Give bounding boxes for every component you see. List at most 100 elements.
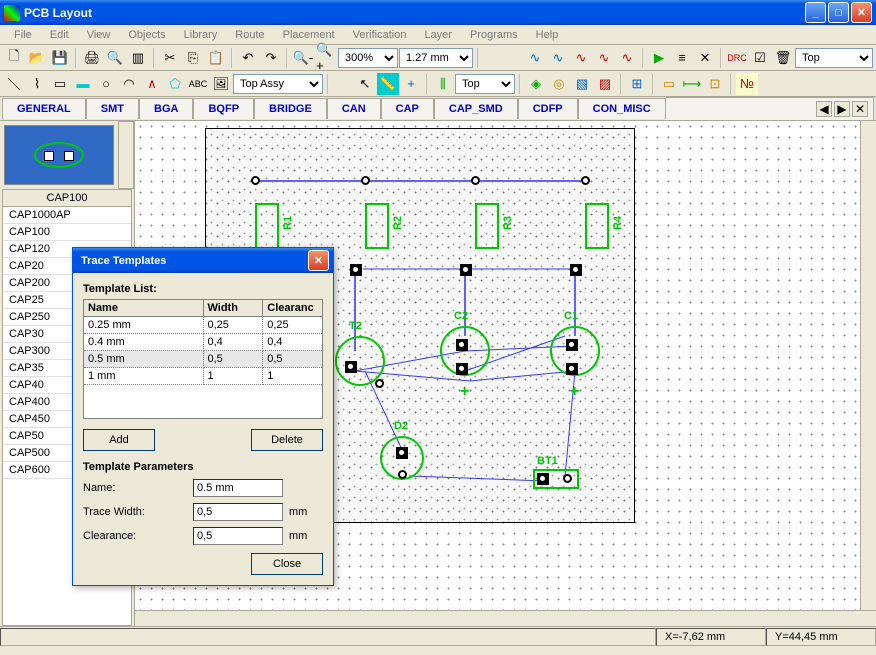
- canvas-vscrollbar[interactable]: [860, 121, 876, 610]
- arc-tool-icon[interactable]: ◠: [118, 73, 140, 95]
- undo-icon[interactable]: ↶: [237, 47, 259, 69]
- zoom-select[interactable]: 300%: [338, 48, 398, 68]
- preview-icon[interactable]: 🔍: [104, 47, 126, 69]
- board-tool-icon[interactable]: ▭: [658, 73, 680, 95]
- add-button[interactable]: Add: [83, 429, 155, 451]
- pad[interactable]: [456, 363, 468, 375]
- open-icon[interactable]: 📂: [26, 47, 48, 69]
- polyline2-tool-icon[interactable]: ∧: [141, 73, 163, 95]
- window-minimize-button[interactable]: _: [805, 2, 826, 23]
- menu-file[interactable]: File: [6, 27, 40, 43]
- menu-layer[interactable]: Layer: [416, 27, 460, 43]
- layer-select-top[interactable]: Top: [795, 48, 873, 68]
- titleblock-icon[interactable]: ▥: [127, 47, 149, 69]
- menu-programs[interactable]: Programs: [462, 27, 526, 43]
- trash-icon[interactable]: 🗑: [772, 47, 794, 69]
- via[interactable]: [398, 470, 407, 479]
- menu-view[interactable]: View: [79, 27, 119, 43]
- col-name[interactable]: Name: [84, 300, 204, 317]
- window-maximize-button[interactable]: □: [828, 2, 849, 23]
- dimension-icon[interactable]: ⟼: [681, 73, 703, 95]
- table-row[interactable]: 0.4 mm0,40,4: [84, 334, 323, 351]
- component-r1[interactable]: R1: [255, 203, 279, 249]
- renumber-icon[interactable]: №: [736, 73, 758, 95]
- param-clearance-input[interactable]: [193, 527, 283, 545]
- pad[interactable]: [537, 473, 549, 485]
- via[interactable]: [361, 176, 370, 185]
- ratsnest-toggle-icon[interactable]: ✕: [694, 47, 716, 69]
- pad[interactable]: [350, 264, 362, 276]
- tabs-close-button[interactable]: ✕: [852, 101, 868, 117]
- measure-tool-icon[interactable]: 📏: [377, 73, 399, 95]
- polygon-tool-icon[interactable]: ⬠: [164, 73, 186, 95]
- tab-general[interactable]: GENERAL: [2, 98, 86, 119]
- redo-icon[interactable]: ↷: [260, 47, 282, 69]
- pad[interactable]: [566, 363, 578, 375]
- copper-pour-icon[interactable]: ▧: [571, 73, 593, 95]
- keepout-icon[interactable]: ▨: [594, 73, 616, 95]
- drc-icon[interactable]: DRC: [726, 47, 748, 69]
- line-tool-icon[interactable]: ＼: [3, 73, 25, 95]
- menu-help[interactable]: Help: [528, 27, 567, 43]
- menu-route[interactable]: Route: [227, 27, 272, 43]
- origin-tool-icon[interactable]: +: [400, 73, 422, 95]
- check-icon[interactable]: ☑: [749, 47, 771, 69]
- delete-button[interactable]: Delete: [251, 429, 323, 451]
- pad[interactable]: [566, 339, 578, 351]
- rect-tool-icon[interactable]: ▭: [49, 73, 71, 95]
- menu-placement[interactable]: Placement: [275, 27, 343, 43]
- play-icon[interactable]: ▶: [648, 47, 670, 69]
- menu-verification[interactable]: Verification: [345, 27, 415, 43]
- window-close-button[interactable]: ✕: [851, 2, 872, 23]
- tab-bga[interactable]: BGA: [139, 98, 193, 119]
- ellipse-tool-icon[interactable]: ○: [95, 73, 117, 95]
- pad[interactable]: [456, 339, 468, 351]
- pad[interactable]: [345, 361, 357, 373]
- tab-bqfp[interactable]: BQFP: [193, 98, 254, 119]
- image-tool-icon[interactable]: 🖼: [210, 73, 232, 95]
- col-clearance[interactable]: Clearanc: [263, 300, 323, 317]
- component-r4[interactable]: R4: [585, 203, 609, 249]
- pad[interactable]: [396, 447, 408, 459]
- paste-icon[interactable]: 📋: [205, 47, 227, 69]
- filled-rect-tool-icon[interactable]: ▬: [72, 73, 94, 95]
- mounting-tool-icon[interactable]: ◎: [548, 73, 570, 95]
- copy-icon[interactable]: ⎘: [182, 47, 204, 69]
- dialog-titlebar[interactable]: Trace Templates ✕: [73, 248, 333, 273]
- pad[interactable]: [570, 264, 582, 276]
- close-button[interactable]: Close: [251, 553, 323, 575]
- param-name-input[interactable]: [193, 479, 283, 497]
- tab-con-misc[interactable]: CON_MISC: [578, 98, 666, 119]
- route-arc-icon[interactable]: ∿: [593, 47, 615, 69]
- zoom-in-icon[interactable]: 🔍+: [315, 47, 337, 69]
- via[interactable]: [581, 176, 590, 185]
- layers-icon[interactable]: ≡: [671, 47, 693, 69]
- param-width-input[interactable]: [193, 503, 283, 521]
- tab-cdfp[interactable]: CDFP: [518, 98, 578, 119]
- canvas-hscrollbar[interactable]: [135, 610, 876, 626]
- route-mode-icon[interactable]: ∿: [524, 47, 546, 69]
- list-item[interactable]: CAP100: [3, 224, 131, 241]
- table-row[interactable]: 1 mm11: [84, 368, 323, 385]
- tab-cap-smd[interactable]: CAP_SMD: [434, 98, 518, 119]
- new-icon[interactable]: 🗋: [3, 47, 25, 69]
- via[interactable]: [471, 176, 480, 185]
- list-item[interactable]: CAP1000AP: [3, 207, 131, 224]
- tabs-prev-button[interactable]: ◀: [816, 101, 832, 117]
- table-icon[interactable]: ⊞: [626, 73, 648, 95]
- route-45-icon[interactable]: ∿: [570, 47, 592, 69]
- tab-can[interactable]: CAN: [327, 98, 381, 119]
- cursor-tool-icon[interactable]: ↖: [354, 73, 376, 95]
- route-free-icon[interactable]: ∿: [616, 47, 638, 69]
- col-width[interactable]: Width: [203, 300, 263, 317]
- component-r2[interactable]: R2: [365, 203, 389, 249]
- print-icon[interactable]: 🖨: [81, 47, 103, 69]
- menu-objects[interactable]: Objects: [120, 27, 173, 43]
- preview-scrollbar[interactable]: [118, 121, 134, 189]
- snap-icon[interactable]: ⊡: [704, 73, 726, 95]
- tab-smt[interactable]: SMT: [86, 98, 139, 119]
- cut-icon[interactable]: ✂: [159, 47, 181, 69]
- via[interactable]: [251, 176, 260, 185]
- route-90-icon[interactable]: ∿: [547, 47, 569, 69]
- table-row[interactable]: 0.25 mm0,250,25: [84, 317, 323, 334]
